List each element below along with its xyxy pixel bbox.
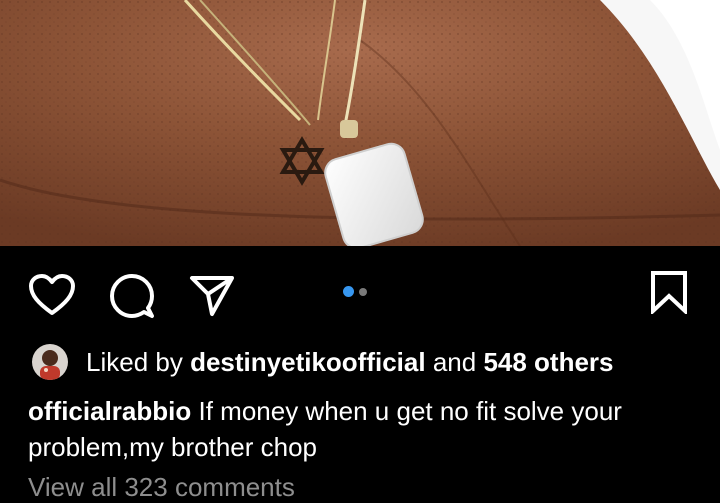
send-icon[interactable] [188, 272, 236, 318]
avatar[interactable] [32, 344, 68, 380]
likes-connector: and [432, 346, 477, 377]
carousel-dot-active [343, 286, 354, 297]
likes-summary[interactable]: Liked by destinyetikoofficial and 548 ot… [32, 342, 614, 382]
carousel-indicator [343, 286, 367, 297]
bookmark-icon[interactable] [648, 270, 690, 316]
liker-username[interactable]: destinyetikoofficial [190, 347, 426, 377]
post-action-bar [0, 246, 720, 338]
likes-count[interactable]: 548 others [483, 347, 613, 377]
carousel-dot [359, 287, 367, 296]
caption-username[interactable]: officialrabbio [28, 396, 191, 426]
view-comments-link[interactable]: View all 323 comments [28, 472, 295, 503]
comment-icon[interactable] [108, 272, 156, 320]
likes-text: Liked by destinyetikoofficial and 548 ot… [86, 347, 614, 378]
heart-icon[interactable] [28, 273, 76, 317]
post-caption: officialrabbio If money when u get no fi… [28, 393, 698, 465]
likes-prefix: Liked by [86, 346, 183, 377]
post-image[interactable] [0, 0, 720, 246]
